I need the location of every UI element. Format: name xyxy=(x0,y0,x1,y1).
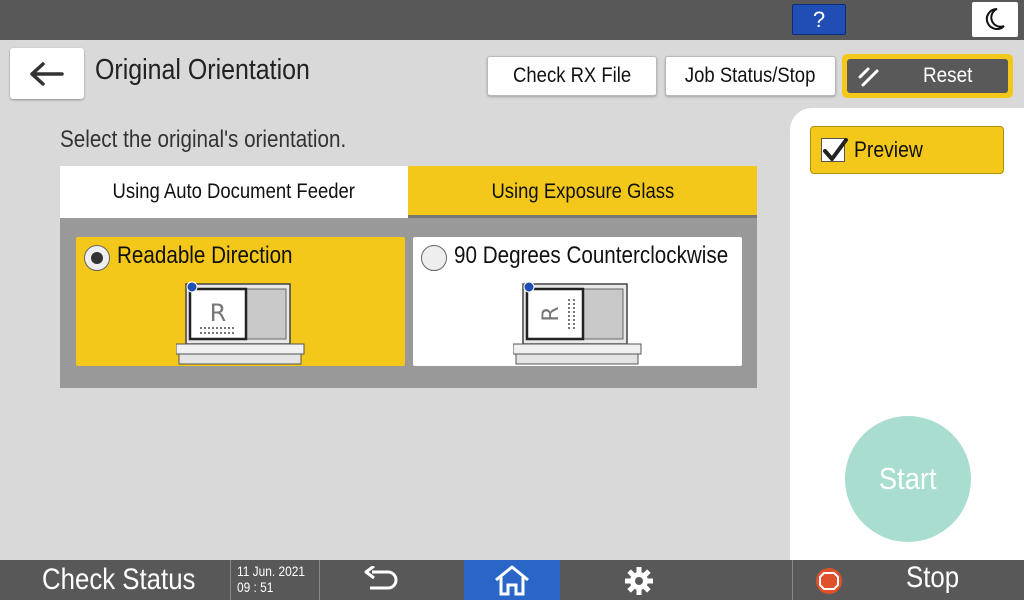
radio-readable-direction[interactable] xyxy=(84,245,110,271)
option-90-degrees-counterclockwise[interactable]: 90 Degrees Counterclockwise R xyxy=(413,237,742,366)
orientation-options-panel: Readable Direction R 90 Degrees Counterc… xyxy=(60,218,757,388)
option-readable-direction[interactable]: Readable Direction R xyxy=(76,237,405,366)
moon-icon xyxy=(985,8,1005,30)
time-text: 09 : 51 xyxy=(237,579,274,595)
option-label: 90 Degrees Counterclockwise xyxy=(454,242,729,269)
orientation-tabs: Using Auto Document Feeder Using Exposur… xyxy=(60,166,757,218)
page-title: Original Orientation xyxy=(95,54,310,86)
home-button[interactable] xyxy=(464,560,560,600)
preview-toggle[interactable]: Preview xyxy=(810,126,1004,174)
preview-checkbox[interactable] xyxy=(821,138,848,162)
night-mode-button[interactable] xyxy=(972,2,1018,37)
tab-exposure-glass[interactable]: Using Exposure Glass xyxy=(408,166,757,218)
preview-label: Preview xyxy=(854,137,923,162)
tab-auto-document-feeder[interactable]: Using Auto Document Feeder xyxy=(60,166,408,218)
scanner-icon: R xyxy=(176,281,305,365)
option-label: Readable Direction xyxy=(117,242,293,269)
help-button[interactable]: ? xyxy=(792,4,846,35)
right-side-panel: Preview Start xyxy=(790,108,1024,560)
top-status-bar: ? xyxy=(0,0,1024,40)
back-button[interactable] xyxy=(10,48,84,99)
scanner-icon: R xyxy=(513,281,642,365)
date-time-display: 11 Jun. 2021 09 : 51 xyxy=(230,560,320,600)
svg-text:R: R xyxy=(539,306,564,321)
gear-icon[interactable] xyxy=(624,566,654,596)
return-icon[interactable] xyxy=(362,566,402,594)
date-text: 11 Jun. 2021 xyxy=(237,563,305,579)
question-icon: ? xyxy=(812,7,826,32)
home-icon xyxy=(495,565,529,596)
svg-text:R: R xyxy=(210,299,227,327)
check-status-button[interactable]: Check Status xyxy=(0,560,230,600)
reset-button[interactable]: Reset xyxy=(842,54,1013,98)
back-arrow-icon xyxy=(30,62,64,86)
reset-icon xyxy=(858,67,879,87)
radio-90-degrees-counterclockwise[interactable] xyxy=(421,245,447,271)
check-rx-file-button[interactable]: Check RX File xyxy=(487,56,657,96)
checkmark-icon xyxy=(823,138,848,161)
bottom-bar: Check Status 11 Jun. 2021 09 : 51 Stop xyxy=(0,560,1024,600)
stop-button[interactable]: Stop xyxy=(792,560,1024,600)
instruction-text: Select the original's orientation. xyxy=(60,126,347,153)
start-button[interactable]: Start xyxy=(845,416,971,542)
stop-icon xyxy=(816,568,842,594)
job-status-stop-button[interactable]: Job Status/Stop xyxy=(665,56,836,96)
